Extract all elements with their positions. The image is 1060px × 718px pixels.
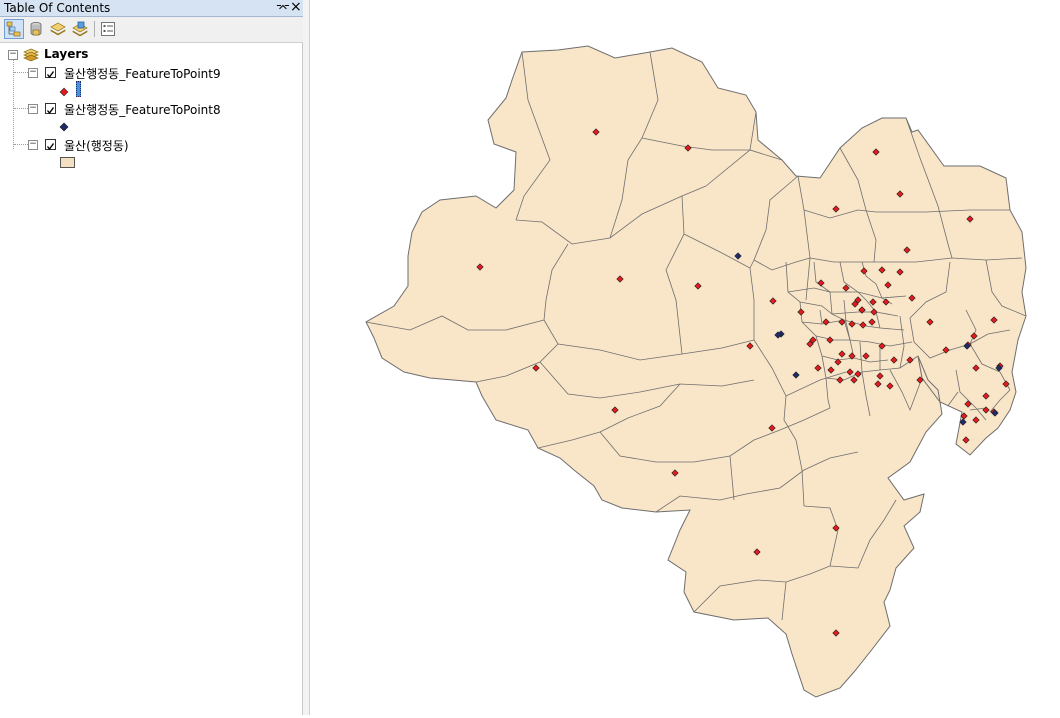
list-by-drawing-order-button[interactable] [4, 19, 24, 39]
layer-expander-point8[interactable]: − [28, 104, 38, 114]
layer-expander-point9[interactable]: − [28, 68, 38, 78]
map-view[interactable] [310, 0, 1060, 715]
checkmark-icon [46, 71, 55, 79]
checkmark-icon [46, 143, 55, 151]
toc-titlebar: Table Of Contents ⌤ × [0, 0, 303, 17]
layer-checkbox-point8[interactable] [45, 103, 56, 115]
layer-checkbox-point9[interactable] [45, 67, 56, 79]
list-by-drawing-order-icon [6, 21, 21, 37]
red-diamond-symbol-icon[interactable] [59, 87, 69, 97]
polygon-fill-symbol-icon[interactable] [60, 157, 75, 168]
list-by-selection-icon [72, 21, 88, 37]
layer-name-point9[interactable]: 울산행정동_FeatureToPoint9 [64, 65, 221, 82]
layers-stack-icon [23, 48, 39, 62]
layer-name-point8[interactable]: 울산행정동_FeatureToPoint8 [64, 101, 221, 118]
pin-icon[interactable]: ⌤ [276, 0, 290, 16]
options-icon [101, 22, 115, 36]
toc-title: Table Of Contents [4, 1, 111, 15]
layers-expander[interactable]: − [8, 50, 18, 60]
list-by-visibility-button[interactable] [48, 19, 68, 39]
close-icon[interactable]: × [290, 0, 302, 15]
panel-splitter[interactable] [303, 0, 310, 715]
list-by-selection-button[interactable] [70, 19, 90, 39]
options-button[interactable] [98, 19, 118, 39]
selection-cursor-icon [76, 81, 81, 97]
layer-expander-ulsan[interactable]: − [28, 140, 38, 150]
toc-toolbar [0, 17, 303, 43]
list-by-source-button[interactable] [26, 19, 46, 39]
layer-name-ulsan[interactable]: 울산(행정동) [64, 137, 129, 154]
list-by-visibility-icon [50, 22, 66, 36]
list-by-source-icon [30, 22, 42, 36]
navy-diamond-symbol-icon[interactable] [59, 122, 69, 132]
table-of-contents-panel: Table Of Contents ⌤ × − Layers − 울산행정동_F… [0, 0, 303, 715]
checkmark-icon [46, 107, 55, 115]
layer-checkbox-ulsan[interactable] [45, 139, 56, 151]
layer-tree: − Layers − 울산행정동_FeatureToPoint9 − 울산행정동… [0, 44, 303, 715]
map-canvas[interactable] [310, 0, 1060, 715]
layers-root-label[interactable]: Layers [44, 47, 88, 61]
